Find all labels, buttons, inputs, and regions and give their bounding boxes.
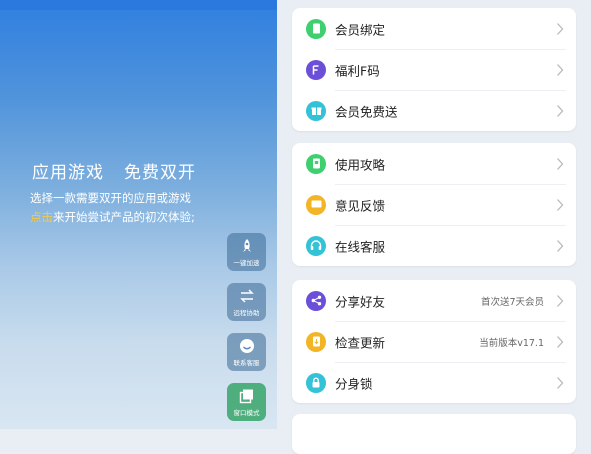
- list-item-check-update[interactable]: 检查更新 当前版本v17.1: [292, 321, 576, 362]
- list-item-feedback[interactable]: 意见反馈: [292, 184, 576, 225]
- item-label: 分享好友: [335, 294, 386, 309]
- contact-service-button[interactable]: 联系客服: [227, 333, 266, 371]
- item-label: 分身锁: [335, 376, 373, 391]
- promo-panel: 应用游戏 免费双开 选择一款需要双开的应用或游戏 点击来开始尝试产品的初次体验; …: [0, 0, 277, 429]
- item-label: 在线客服: [335, 239, 386, 254]
- chevron-right-icon: [557, 335, 564, 348]
- list-item-guide[interactable]: 使用攻略: [292, 143, 576, 184]
- headset-icon: [306, 235, 326, 256]
- chevron-right-icon: [557, 22, 564, 35]
- item-extra: 当前版本v17.1: [479, 337, 544, 349]
- list-item-free-vip[interactable]: 会员免费送: [292, 90, 576, 131]
- chevron-right-icon: [557, 376, 564, 389]
- list-item-online-service[interactable]: 在线客服: [292, 225, 576, 266]
- window-icon: [239, 388, 255, 404]
- remote-assist-button[interactable]: 远程协助: [227, 283, 266, 321]
- f-badge-icon: [306, 59, 326, 80]
- rocket-icon: [240, 238, 254, 254]
- promo-title-right: 免费双开: [124, 163, 196, 183]
- update-icon: [306, 331, 326, 352]
- boost-label: 一键加速: [233, 258, 260, 267]
- item-label: 会员免费送: [335, 104, 398, 119]
- chevron-right-icon: [557, 198, 564, 211]
- item-label: 使用攻略: [335, 157, 386, 172]
- share-icon: [306, 290, 326, 311]
- remote-assist-label: 远程协助: [233, 308, 260, 317]
- list-item-fcode[interactable]: 福利F码: [292, 49, 576, 90]
- membership-card: 会员绑定 福利F码 会员免费送: [292, 8, 576, 131]
- next-card: [292, 414, 576, 454]
- window-mode-button[interactable]: 窗口模式: [227, 383, 266, 421]
- promo-title-left: 应用游戏: [32, 163, 104, 183]
- item-extra: 首次送7天会员: [480, 296, 544, 308]
- item-label: 检查更新: [335, 335, 386, 350]
- promo-title: 应用游戏 免费双开: [32, 158, 216, 183]
- guide-icon: [306, 153, 326, 174]
- promo-line2: 点击来开始尝试产品的初次体验;: [30, 209, 195, 225]
- chevron-right-icon: [557, 104, 564, 117]
- floating-toolbar: 一键加速 远程协助 联系客服 窗口模式: [227, 233, 266, 433]
- item-label: 福利F码: [335, 63, 380, 78]
- chevron-right-icon: [557, 157, 564, 170]
- feedback-icon: [306, 194, 326, 215]
- chevron-right-icon: [557, 294, 564, 307]
- lock-icon: [306, 372, 326, 393]
- promo-line2-rest: 来开始尝试产品的初次体验;: [53, 210, 195, 224]
- list-item-member-bind[interactable]: 会员绑定: [292, 8, 576, 49]
- promo-highlight[interactable]: 点击: [30, 210, 53, 224]
- list-item-share[interactable]: 分享好友 首次送7天会员: [292, 280, 576, 321]
- smiley-icon: [239, 338, 255, 354]
- settings-panel: 会员绑定 福利F码 会员免费送 使用攻略 意见反馈 在线客服 分享好友 首次送7…: [277, 0, 591, 454]
- contact-service-label: 联系客服: [233, 358, 260, 367]
- help-card: 使用攻略 意见反馈 在线客服: [292, 143, 576, 266]
- promo-line1: 选择一款需要双开的应用或游戏: [30, 191, 191, 205]
- chevron-right-icon: [557, 63, 564, 76]
- app-card: 分享好友 首次送7天会员 检查更新 当前版本v17.1 分身锁: [292, 280, 576, 403]
- list-item-app-lock[interactable]: 分身锁: [292, 362, 576, 403]
- chevron-right-icon: [557, 239, 564, 252]
- item-label: 意见反馈: [335, 198, 386, 213]
- phone-icon: [306, 18, 326, 39]
- swap-arrows-icon: [239, 288, 255, 304]
- boost-button[interactable]: 一键加速: [227, 233, 266, 271]
- window-mode-label: 窗口模式: [233, 408, 260, 417]
- item-label: 会员绑定: [335, 22, 386, 37]
- gift-icon: [306, 100, 326, 121]
